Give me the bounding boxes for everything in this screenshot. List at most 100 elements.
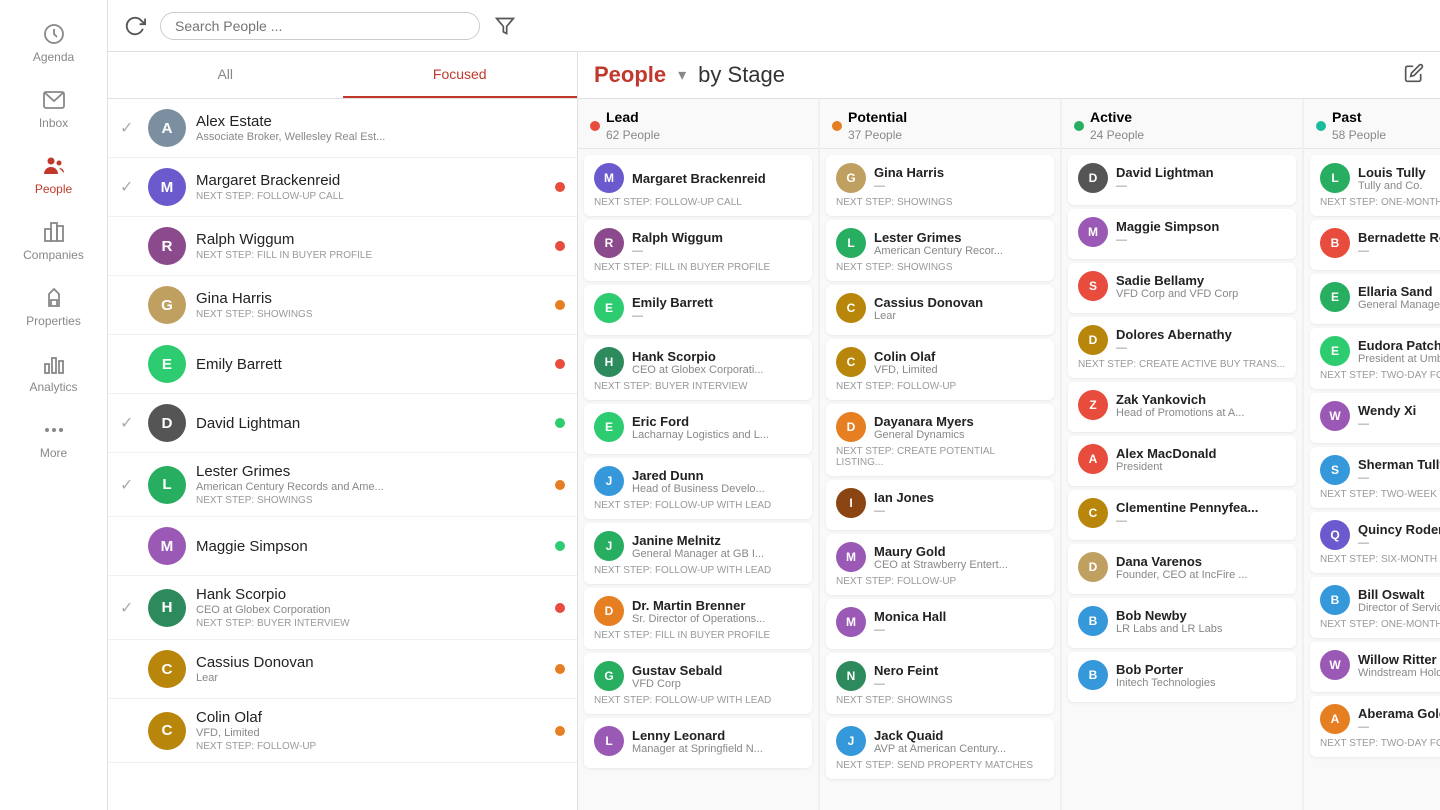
list-item-info: Gina HarrisNEXT STEP: SHOWINGS bbox=[196, 290, 545, 320]
list-item[interactable]: ✓DDavid Lightman bbox=[108, 394, 577, 453]
avatar: M bbox=[836, 607, 866, 637]
card-sub: — bbox=[1358, 721, 1440, 733]
avatar: A bbox=[1320, 704, 1350, 734]
kanban-card[interactable]: MMaury GoldCEO at Strawberry Entert...NE… bbox=[826, 534, 1054, 595]
list-item[interactable]: EEmily Barrett bbox=[108, 335, 577, 394]
tab-all[interactable]: All bbox=[108, 52, 343, 98]
sidebar-item-companies[interactable]: Companies bbox=[0, 208, 107, 274]
list-item[interactable]: CCassius DonovanLear bbox=[108, 640, 577, 699]
card-sub: Lear bbox=[874, 310, 983, 322]
list-item[interactable]: ✓AAlex EstateAssociate Broker, Wellesley… bbox=[108, 99, 577, 158]
card-person-row: DDavid Lightman— bbox=[1078, 163, 1286, 193]
list-item[interactable]: ✓LLester GrimesAmerican Century Records … bbox=[108, 453, 577, 517]
check-icon[interactable]: ✓ bbox=[120, 598, 138, 618]
status-dot bbox=[555, 541, 565, 551]
card-name: Ralph Wiggum bbox=[632, 230, 723, 245]
kanban-card[interactable]: SSadie BellamyVFD Corp and VFD Corp bbox=[1068, 263, 1296, 313]
kanban-card[interactable]: SSherman Tully—NEXT STEP: TWO-WEEK FOLLO… bbox=[1310, 447, 1440, 508]
kanban-card[interactable]: CColin OlafVFD, LimitedNEXT STEP: FOLLOW… bbox=[826, 339, 1054, 400]
card-sub: Manager at Springfield N... bbox=[632, 743, 763, 755]
kanban-card[interactable]: RRalph Wiggum—NEXT STEP: FILL IN BUYER P… bbox=[584, 220, 812, 281]
kanban-card[interactable]: JJanine MelnitzGeneral Manager at GB I..… bbox=[584, 523, 812, 584]
kanban-card[interactable]: NNero Feint—NEXT STEP: SHOWINGS bbox=[826, 653, 1054, 714]
avatar: W bbox=[1320, 401, 1350, 431]
edit-button[interactable] bbox=[1404, 63, 1424, 88]
check-icon[interactable]: ✓ bbox=[120, 413, 138, 433]
card-name: Clementine Pennyfea... bbox=[1116, 500, 1258, 515]
check-icon[interactable]: ✓ bbox=[120, 475, 138, 495]
kanban-card[interactable]: DDolores Abernathy—NEXT STEP: CREATE ACT… bbox=[1068, 317, 1296, 378]
card-name: Hank Scorpio bbox=[632, 349, 763, 364]
kanban-card[interactable]: DDana VarenosFounder, CEO at IncFire ... bbox=[1068, 544, 1296, 594]
kanban-card[interactable]: GGina Harris—NEXT STEP: SHOWINGS bbox=[826, 155, 1054, 216]
kanban-card[interactable]: MMonica Hall— bbox=[826, 599, 1054, 649]
list-item[interactable]: ✓HHank ScorpioCEO at Globex CorporationN… bbox=[108, 576, 577, 640]
sidebar-item-inbox[interactable]: Inbox bbox=[0, 76, 107, 142]
kanban-card[interactable]: AAberama Gold—NEXT STEP: TWO-DAY FOLLOW-… bbox=[1310, 696, 1440, 757]
kanban-card[interactable]: MMaggie Simpson— bbox=[1068, 209, 1296, 259]
card-name: Jared Dunn bbox=[632, 468, 765, 483]
sidebar-item-analytics[interactable]: Analytics bbox=[0, 340, 107, 406]
dropdown-arrow-icon[interactable]: ▾ bbox=[678, 65, 686, 85]
card-person-row: AAlex MacDonaldPresident bbox=[1078, 444, 1286, 474]
kanban-card[interactable]: BBernadette Rostenko...— bbox=[1310, 220, 1440, 270]
list-item[interactable]: MMaggie Simpson bbox=[108, 517, 577, 576]
kanban-card[interactable]: BBob NewbyLR Labs and LR Labs bbox=[1068, 598, 1296, 648]
kanban-card[interactable]: GGustav SebaldVFD CorpNEXT STEP: FOLLOW-… bbox=[584, 653, 812, 714]
avatar: G bbox=[594, 661, 624, 691]
kanban-card[interactable]: HHank ScorpioCEO at Globex Corporati...N… bbox=[584, 339, 812, 400]
sidebar-item-people[interactable]: People bbox=[0, 142, 107, 208]
list-item-name: Margaret Brackenreid bbox=[196, 172, 545, 189]
check-icon[interactable]: ✓ bbox=[120, 177, 138, 197]
list-item[interactable]: RRalph WiggumNEXT STEP: FILL IN BUYER PR… bbox=[108, 217, 577, 276]
kanban-card[interactable]: QQuincy Rodenstock—NEXT STEP: SIX-MONTH … bbox=[1310, 512, 1440, 573]
kanban-card[interactable]: CClementine Pennyfea...— bbox=[1068, 490, 1296, 540]
kanban-card[interactable]: EEric FordLacharnay Logistics and L... bbox=[584, 404, 812, 454]
card-next-step: NEXT STEP: TWO-WEEK FOLLOW-UP bbox=[1320, 489, 1440, 500]
status-dot bbox=[555, 726, 565, 736]
list-item-step: NEXT STEP: FOLLOW-UP bbox=[196, 741, 545, 752]
kanban-card[interactable]: AAlex MacDonaldPresident bbox=[1068, 436, 1296, 486]
column-status-dot bbox=[590, 121, 600, 131]
filter-button[interactable] bbox=[490, 11, 520, 41]
tab-focused[interactable]: Focused bbox=[343, 52, 578, 98]
search-input[interactable] bbox=[160, 12, 480, 40]
kanban-card[interactable]: WWillow RitterWindstream Holdings bbox=[1310, 642, 1440, 692]
card-next-step: NEXT STEP: SHOWINGS bbox=[836, 695, 1044, 706]
kanban-card[interactable]: DDavid Lightman— bbox=[1068, 155, 1296, 205]
sidebar-item-more[interactable]: More bbox=[0, 406, 107, 472]
list-item[interactable]: GGina HarrisNEXT STEP: SHOWINGS bbox=[108, 276, 577, 335]
kanban-card[interactable]: LLouis TullyTully and Co.NEXT STEP: ONE-… bbox=[1310, 155, 1440, 216]
kanban-card[interactable]: JJared DunnHead of Business Develo...NEX… bbox=[584, 458, 812, 519]
kanban-card[interactable]: BBob PorterInitech Technologies bbox=[1068, 652, 1296, 702]
kanban-card[interactable]: JJack QuaidAVP at American Century...NEX… bbox=[826, 718, 1054, 779]
refresh-button[interactable] bbox=[120, 11, 150, 41]
kanban-card[interactable]: EEmily Barrett— bbox=[584, 285, 812, 335]
card-name: Janine Melnitz bbox=[632, 533, 764, 548]
card-sub: General Dynamics bbox=[874, 429, 974, 441]
kanban-card[interactable]: CCassius DonovanLear bbox=[826, 285, 1054, 335]
avatar: R bbox=[594, 228, 624, 258]
sidebar-item-properties[interactable]: Properties bbox=[0, 274, 107, 340]
kanban-card[interactable]: DDr. Martin BrennerSr. Director of Opera… bbox=[584, 588, 812, 649]
kanban-card[interactable]: LLenny LeonardManager at Springfield N..… bbox=[584, 718, 812, 768]
column-status-dot bbox=[1074, 121, 1084, 131]
column-status-dot bbox=[832, 121, 842, 131]
check-icon[interactable]: ✓ bbox=[120, 118, 138, 138]
sidebar-item-agenda[interactable]: Agenda bbox=[0, 10, 107, 76]
list-item[interactable]: CColin OlafVFD, LimitedNEXT STEP: FOLLOW… bbox=[108, 699, 577, 763]
list-item-name: Ralph Wiggum bbox=[196, 231, 545, 248]
avatar: M bbox=[594, 163, 624, 193]
kanban-card[interactable]: WWendy Xi— bbox=[1310, 393, 1440, 443]
kanban-card[interactable]: IIan Jones— bbox=[826, 480, 1054, 530]
kanban-card[interactable]: LLester GrimesAmerican Century Recor...N… bbox=[826, 220, 1054, 281]
kanban-card[interactable]: EEudora PatchPresident at Umbrella LabsN… bbox=[1310, 328, 1440, 389]
list-item[interactable]: ✓MMargaret BrackenreidNEXT STEP: FOLLOW-… bbox=[108, 158, 577, 217]
kanban-card[interactable]: ZZak YankovichHead of Promotions at A... bbox=[1068, 382, 1296, 432]
kanban-card[interactable]: DDayanara MyersGeneral DynamicsNEXT STEP… bbox=[826, 404, 1054, 476]
kanban-card[interactable]: BBill OswaltDirector of ServicesNEXT STE… bbox=[1310, 577, 1440, 638]
card-name: Aberama Gold bbox=[1358, 706, 1440, 721]
kanban-card[interactable]: MMargaret BrackenreidNEXT STEP: FOLLOW-U… bbox=[584, 155, 812, 216]
kanban-card[interactable]: EEllaria SandGeneral Manager bbox=[1310, 274, 1440, 324]
avatar: C bbox=[148, 650, 186, 688]
